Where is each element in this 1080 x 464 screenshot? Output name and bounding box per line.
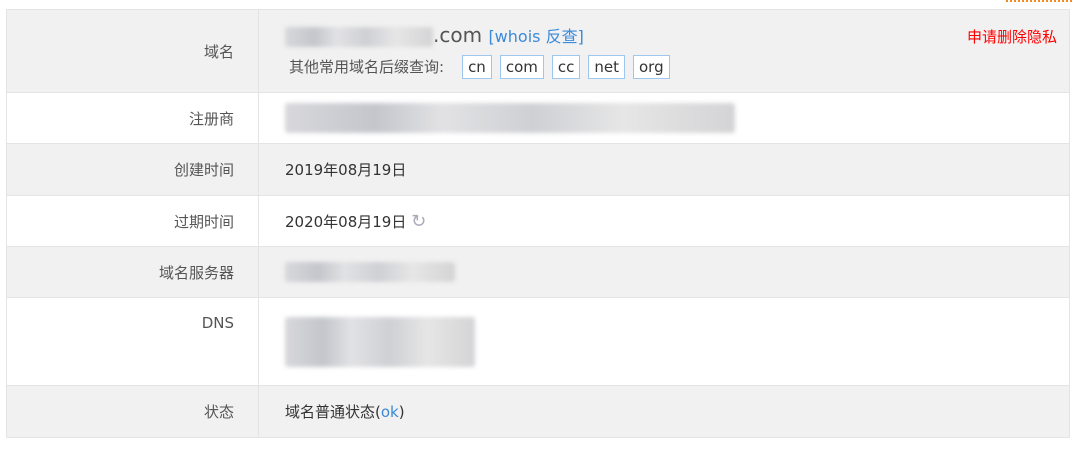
expires-value: 2020年08月19日 <box>285 212 407 231</box>
registrar-label: 注册商 <box>6 92 259 144</box>
suffix-cn[interactable]: cn <box>462 55 492 79</box>
suffix-org[interactable]: org <box>633 55 670 79</box>
row-nameserver: 域名服务器 <box>6 246 1070 298</box>
privacy-delete-link[interactable]: 申请删除隐私 <box>967 26 1057 47</box>
whois-link[interactable]: [whois 反查] <box>488 27 583 46</box>
status-ok-link[interactable]: ok <box>381 403 399 421</box>
row-created: 创建时间 2019年08月19日 <box>6 143 1070 196</box>
row-dns: DNS <box>6 297 1070 386</box>
domain-label: 域名 <box>6 9 259 93</box>
blurred-nameserver <box>285 262 455 282</box>
created-value: 2019年08月19日 <box>258 143 1070 196</box>
status-close: ) <box>398 403 405 421</box>
created-label: 创建时间 <box>6 143 259 196</box>
status-text: 域名普通状态( <box>285 403 381 421</box>
blurred-domain <box>285 26 433 47</box>
dns-label: DNS <box>6 297 259 386</box>
row-status: 状态 域名普通状态(ok) <box>6 385 1070 438</box>
refresh-icon[interactable]: ↻ <box>411 211 426 232</box>
row-registrar: 注册商 <box>6 92 1070 144</box>
expires-label: 过期时间 <box>6 195 259 247</box>
suffix-com[interactable]: com <box>499 55 544 79</box>
row-expires: 过期时间 2020年08月19日 ↻ <box>6 195 1070 247</box>
blurred-dns <box>285 316 475 367</box>
nameserver-label: 域名服务器 <box>6 246 259 298</box>
row-domain: 域名 .com [whois 反查] 其他常用域名后缀查询: cn com cc net… <box>6 9 1070 93</box>
suffix-cc[interactable]: cc <box>551 55 581 79</box>
whois-table: 域名 .com [whois 反查] 其他常用域名后缀查询: cn com cc net… <box>6 9 1070 438</box>
blurred-registrar <box>285 103 735 133</box>
dotted-decoration <box>1006 0 1072 2</box>
domain-suffix: .com <box>433 23 483 47</box>
other-suffix-label: 其他常用域名后缀查询: <box>289 58 445 76</box>
suffix-net[interactable]: net <box>588 55 625 79</box>
status-label: 状态 <box>6 385 259 438</box>
